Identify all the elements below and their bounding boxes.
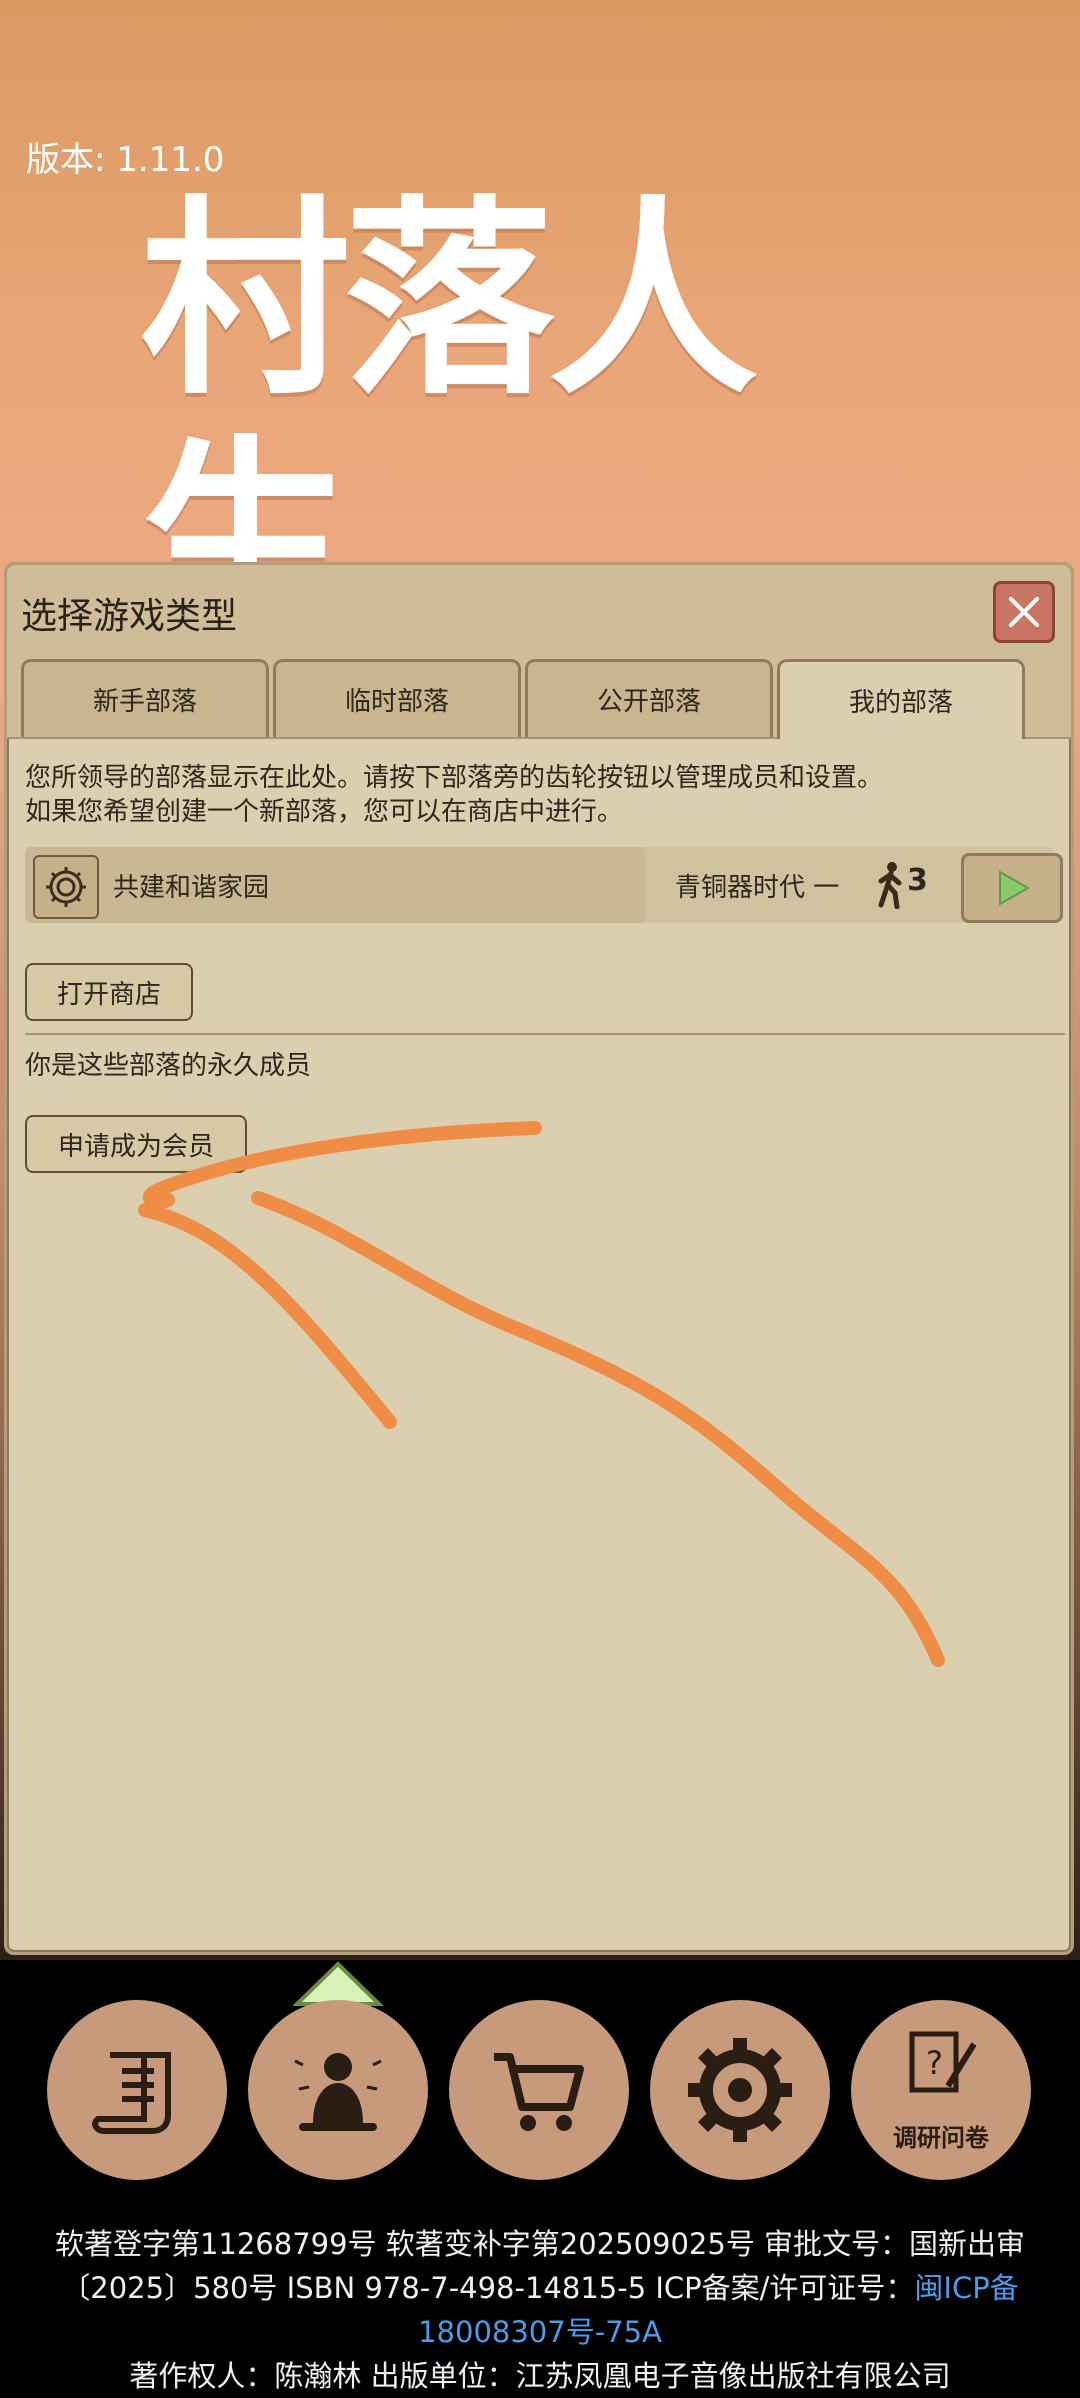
dialog-description: 您所领导的部落显示在此处。请按下部落旁的齿轮按钮以管理成员和设置。 如果您希望创… — [25, 761, 883, 829]
permanent-member-text: 你是这些部落的永久成员 — [25, 1051, 312, 1081]
version-label: 版本: 1.11.0 — [26, 140, 225, 180]
footer-line-4: 著作权人：陈瀚林 出版单位：江苏凤凰电子音像出版社有限公司 — [129, 2359, 951, 2393]
footer-line-1: 软著登字第11268799号 软著变补字第202509025号 审批文号：国新出… — [54, 2227, 1026, 2261]
dialog-header: 选择游戏类型 新手部落 临时部落 公开部落 我的部落 — [7, 565, 1071, 739]
game-type-dialog: 选择游戏类型 新手部落 临时部落 公开部落 我的部落 您所领导的部落显示在此处。… — [4, 562, 1074, 1955]
settings-icon — [688, 2038, 792, 2142]
tab-my-tribe[interactable]: 我的部落 — [777, 659, 1025, 739]
tribe-settings-button[interactable] — [33, 855, 99, 919]
bottom-navigation: ? 调研问卷 — [0, 1961, 1080, 2180]
nav-shop-button[interactable] — [449, 2000, 629, 2180]
icp-link-part-1[interactable]: 闽ICP备 — [914, 2271, 1018, 2305]
game-logo: 村落人生 — [140, 176, 758, 663]
nav-survey-button[interactable]: ? 调研问卷 — [851, 2000, 1031, 2180]
survey-label: 调研问卷 — [893, 2124, 989, 2152]
play-icon — [999, 870, 1031, 906]
tribe-era: 青铜器时代 一 — [675, 873, 840, 903]
scroll-icon — [92, 2052, 171, 2134]
footer-line-2-text: 〔2025〕580号 ISBN 978-7-498-14815-5 ICP备案/… — [61, 2271, 915, 2305]
tab-temporary-tribe[interactable]: 临时部落 — [273, 659, 521, 737]
walking-person-icon — [878, 862, 902, 909]
svg-text:?: ? — [926, 2044, 943, 2082]
description-line-1: 您所领导的部落显示在此处。请按下部落旁的齿轮按钮以管理成员和设置。 — [25, 763, 884, 793]
open-shop-button[interactable]: 打开商店 — [25, 963, 193, 1021]
description-line-2: 如果您希望创建一个新部落，您可以在商店中进行。 — [25, 797, 624, 827]
enter-tribe-button[interactable] — [961, 853, 1063, 923]
tribe-row: 共建和谐家园 青铜器时代 一 3 — [25, 847, 1063, 923]
nav-scroll-button[interactable] — [47, 2000, 227, 2180]
gear-icon — [46, 867, 86, 907]
close-button[interactable] — [993, 581, 1055, 643]
meditate-icon — [294, 2053, 382, 2131]
tribe-member-count: 3 — [907, 863, 928, 898]
footer-legal: 软著登字第11268799号 软著变补字第202509025号 审批文号：国新出… — [0, 2222, 1080, 2398]
icp-link-part-2[interactable]: 18008307号-75A — [0, 2310, 1080, 2354]
tab-bar: 新手部落 临时部落 公开部落 我的部落 — [21, 659, 1025, 739]
apply-member-button[interactable]: 申请成为会员 — [25, 1115, 247, 1173]
survey-icon: ? — [909, 2031, 977, 2093]
tab-public-tribe[interactable]: 公开部落 — [525, 659, 773, 737]
tab-beginner-tribe[interactable]: 新手部落 — [21, 659, 269, 737]
footer-line-2: 〔2025〕580号 ISBN 978-7-498-14815-5 ICP备案/… — [0, 2266, 1080, 2310]
close-icon — [1009, 597, 1039, 627]
dialog-title: 选择游戏类型 — [21, 596, 238, 637]
nav-meditate-button[interactable] — [248, 2000, 428, 2180]
divider — [25, 1033, 1065, 1035]
cart-icon — [494, 2053, 584, 2131]
nav-settings-button[interactable] — [650, 2000, 830, 2180]
tribe-name: 共建和谐家园 — [113, 873, 270, 903]
